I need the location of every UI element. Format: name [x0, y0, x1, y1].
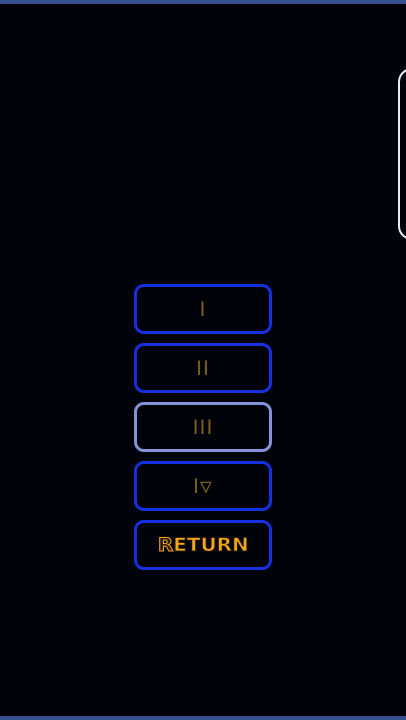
level-2-label: ⅠⅠ	[196, 356, 210, 380]
return-button[interactable]: RETURN	[134, 520, 272, 570]
return-label-rest: ETURN	[172, 533, 249, 556]
top-frame-bar	[0, 0, 406, 4]
level-2-button[interactable]: ⅠⅠ	[134, 343, 272, 393]
level-select-menu: Ⅰ ⅠⅠ ⅠⅠⅠ Ⅰ▽ RETURN	[134, 284, 272, 579]
level-4-label: Ⅰ▽	[193, 474, 213, 498]
level-3-button[interactable]: ⅠⅠⅠ	[134, 402, 272, 452]
return-label: RETURN	[157, 533, 249, 556]
bottom-frame-bar	[0, 716, 406, 720]
level-1-button[interactable]: Ⅰ	[134, 284, 272, 334]
level-3-label: ⅠⅠⅠ	[192, 415, 214, 439]
level-1-label: Ⅰ	[199, 297, 207, 321]
level-4-button[interactable]: Ⅰ▽	[134, 461, 272, 511]
return-label-first-letter: R	[157, 533, 173, 556]
side-panel	[398, 68, 406, 240]
game-screen: Ⅰ ⅠⅠ ⅠⅠⅠ Ⅰ▽ RETURN	[0, 0, 406, 720]
